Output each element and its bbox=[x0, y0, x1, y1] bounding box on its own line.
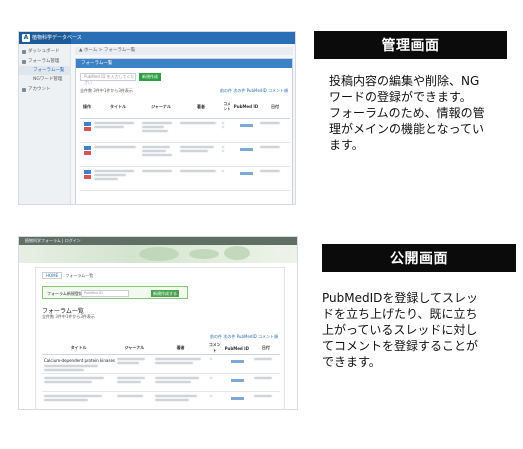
public-topbar: 植物科学フォーラム | ログイン bbox=[19, 237, 297, 245]
col-header: 日付 bbox=[251, 342, 280, 355]
sidebar-label: フォーラム管理 bbox=[28, 59, 60, 64]
pubmed-id-link[interactable] bbox=[239, 123, 253, 127]
desc-line: 理がメインの機能となってい bbox=[329, 122, 485, 136]
table-row[interactable] bbox=[80, 142, 290, 167]
breadcrumb: ▲ ホーム > フォーラム一覧 bbox=[75, 47, 293, 55]
col-header: PubMed ID bbox=[221, 342, 252, 355]
delete-button[interactable] bbox=[83, 150, 91, 155]
col-header: タイトル bbox=[94, 96, 142, 119]
pubmed-id-input[interactable]: PubMed ID bbox=[81, 290, 129, 297]
pager-links[interactable]: 前の件 次の件 PubMedID コメント順 bbox=[220, 88, 288, 94]
thread-title[interactable]: Calcium-dependent protein kinases bbox=[44, 358, 115, 363]
pager-links[interactable]: 前の件 次の件 PubMedID コメント順 bbox=[210, 334, 278, 340]
sidebar-item-forum-list[interactable]: フォーラム一覧 bbox=[19, 66, 71, 75]
sidebar-label: NGワード管理 bbox=[33, 77, 63, 82]
admin-app-title: 植物科学データベース bbox=[32, 35, 82, 41]
pubmed-id-link[interactable] bbox=[231, 379, 245, 382]
desc-line: 投稿内容の編集や削除、NG bbox=[329, 74, 480, 88]
new-forum-label: フォーラム新規登録 bbox=[47, 291, 83, 296]
desc-line: てコメントを登録することが bbox=[322, 339, 479, 353]
sidebar-item-account[interactable]: アカウント bbox=[19, 85, 71, 94]
panel-title: フォーラム一覧 bbox=[76, 59, 292, 68]
forum-table: タイトル ジャーナル 著者 コメント PubMed ID 日付 Calcium-… bbox=[42, 342, 280, 409]
table-row[interactable]: Calcium-dependent protein kinases bbox=[42, 354, 280, 374]
sidebar-item-ng-words[interactable]: NGワード管理 bbox=[19, 75, 71, 84]
desc-line: できます。 bbox=[322, 355, 381, 369]
admin-brand[interactable]: A 植物科学データベース bbox=[19, 32, 82, 44]
result-count: 全件数 3件中1件から3件表示 bbox=[42, 314, 95, 319]
sidebar-label: ダッシュボード bbox=[28, 49, 60, 54]
admin-sidebar: ダッシュボード フォーラム管理 フォーラム一覧 NGワード管理 アカウント bbox=[19, 44, 71, 204]
col-header: コメント bbox=[207, 342, 222, 355]
create-thread-button[interactable]: 新規作成する bbox=[151, 290, 179, 297]
desc-line: ます。 bbox=[329, 138, 364, 152]
pubmed-id-link[interactable] bbox=[231, 397, 245, 400]
create-button[interactable]: 新規作成 bbox=[139, 73, 161, 81]
col-header: 操作 bbox=[80, 96, 94, 119]
admin-main: ▲ ホーム > フォーラム一覧 フォーラム一覧 PubMed ID を入力してく… bbox=[75, 47, 293, 204]
col-header: コメント bbox=[222, 96, 232, 119]
delete-button[interactable] bbox=[83, 126, 91, 131]
col-header: 日付 bbox=[260, 96, 290, 119]
forum-icon bbox=[22, 59, 26, 64]
public-screenshot: 植物科学フォーラム | ログイン HOME フォーラム一覧 フォーラム新規登録 … bbox=[18, 236, 298, 410]
desc-line: ワードの登録ができます。 bbox=[329, 90, 472, 104]
table-row[interactable] bbox=[80, 118, 290, 143]
table-row[interactable] bbox=[42, 391, 280, 409]
account-icon bbox=[22, 87, 26, 92]
edit-button[interactable] bbox=[83, 169, 91, 174]
desc-line: フォーラムのため、情報の管 bbox=[329, 106, 485, 120]
delete-button[interactable] bbox=[83, 174, 91, 179]
result-count: 全件数 3件中1件から3件表示 bbox=[80, 88, 133, 93]
sidebar-item-dashboard[interactable]: ダッシュボード bbox=[19, 47, 71, 56]
public-description: PubMedIDを登録してスレッ ドを立ち上げたり、既に立ち 上がっているスレッ… bbox=[322, 290, 516, 370]
table-row[interactable] bbox=[42, 373, 280, 392]
pubmed-search-input[interactable]: PubMed ID を入力してください bbox=[80, 73, 136, 85]
new-forum-box: フォーラム新規登録 PubMed ID 新規作成する bbox=[42, 286, 188, 299]
forum-table: 操作 タイトル ジャーナル 著者 コメント PubMed ID 日付 bbox=[80, 96, 290, 191]
home-link[interactable]: HOME bbox=[42, 272, 63, 279]
dashboard-icon bbox=[22, 49, 26, 54]
sidebar-label: フォーラム一覧 bbox=[33, 68, 65, 73]
breadcrumb-current: フォーラム一覧 bbox=[65, 273, 94, 278]
sidebar-item-forum-admin[interactable]: フォーラム管理 bbox=[19, 57, 71, 66]
public-label: 公開画面 bbox=[322, 244, 516, 272]
admin-description: 投稿内容の編集や削除、NG ワードの登録ができます。 フォーラムのため、情報の管… bbox=[329, 73, 509, 153]
edit-button[interactable] bbox=[83, 121, 91, 126]
table-row[interactable] bbox=[80, 166, 290, 191]
desc-line: 上がっているスレッドに対し bbox=[322, 323, 478, 337]
admin-label: 管理画面 bbox=[314, 31, 507, 59]
breadcrumb: HOME フォーラム一覧 bbox=[42, 272, 93, 279]
pubmed-id-link[interactable] bbox=[231, 360, 245, 363]
desc-line: PubMedIDを登録してスレッ bbox=[322, 291, 479, 305]
col-header: 著者 bbox=[180, 96, 222, 119]
public-banner bbox=[19, 245, 297, 263]
pubmed-id-link[interactable] bbox=[239, 171, 253, 175]
sidebar-label: アカウント bbox=[28, 87, 51, 92]
forum-list-panel: フォーラム一覧 PubMed ID を入力してください 新規作成 全件数 3件中… bbox=[75, 58, 293, 204]
col-header: タイトル bbox=[42, 342, 116, 355]
public-top-text: 植物科学フォーラム | ログイン bbox=[25, 238, 81, 243]
col-header: ジャーナル bbox=[115, 342, 154, 355]
public-content: HOME フォーラム一覧 フォーラム新規登録 PubMed ID 新規作成する … bbox=[35, 267, 285, 409]
desc-line: ドを立ち上げたり、既に立ち bbox=[322, 307, 478, 321]
col-header: PubMed ID bbox=[232, 96, 260, 119]
app-logo-icon: A bbox=[22, 34, 30, 42]
admin-screenshot: A 植物科学データベース ダッシュボード フォーラム管理 フォーラム一覧 NGワ… bbox=[18, 31, 296, 205]
col-header: ジャーナル bbox=[142, 96, 180, 119]
edit-button[interactable] bbox=[83, 145, 91, 150]
pubmed-id-link[interactable] bbox=[239, 147, 253, 151]
col-header: 著者 bbox=[153, 342, 208, 355]
